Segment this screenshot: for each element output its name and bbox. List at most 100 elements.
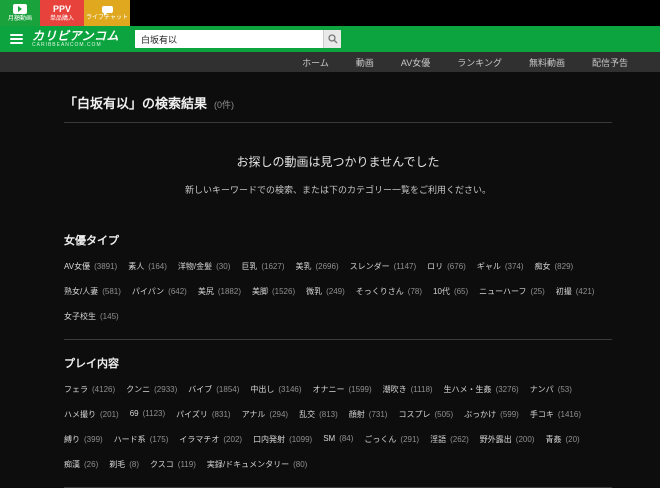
category-tag-link[interactable]: クスコ (119) — [150, 459, 196, 470]
category-tag-link[interactable]: パイズリ (831) — [176, 409, 230, 420]
category-tag-link[interactable]: 初撮 (421) — [556, 286, 595, 297]
tag-label: コスプレ — [398, 410, 431, 419]
category-tag-link[interactable]: 乱交 (813) — [299, 409, 338, 420]
category-tag-link[interactable]: 生ハメ・生姦 (3276) — [444, 384, 519, 395]
monthly-video-button[interactable]: 月額動画 — [0, 0, 40, 26]
search-button[interactable] — [323, 30, 342, 48]
category-tag-link[interactable]: クンニ (2933) — [126, 384, 177, 395]
tag-count: (4126) — [92, 385, 116, 394]
category-tag-link[interactable]: コスプレ (505) — [398, 409, 453, 420]
category-tag-link[interactable]: イラマチオ (202) — [179, 434, 242, 445]
tag-count: (78) — [407, 287, 423, 296]
site-logo[interactable]: カリビアンコム CARIBBEANCOM.COM — [32, 30, 119, 48]
nav-item[interactable]: ホーム — [302, 56, 329, 69]
category-tag-link[interactable]: 美尻 (1882) — [198, 286, 241, 297]
tag-count: (1147) — [393, 262, 417, 271]
tag-count: (26) — [84, 460, 99, 469]
section-divider — [64, 339, 612, 340]
tag-count: (1627) — [261, 262, 285, 271]
category-tag-link[interactable]: ごっくん (291) — [364, 434, 419, 445]
category-tag-link[interactable]: 痴女 (829) — [535, 261, 574, 272]
category-tag-link[interactable]: 青姦 (20) — [545, 434, 579, 445]
tag-label: ごっくん — [364, 435, 397, 444]
category-tag-link[interactable]: 巨乳 (1627) — [241, 261, 284, 272]
category-tag-link[interactable]: 微乳 (249) — [306, 286, 345, 297]
nav-item[interactable]: ランキング — [457, 56, 502, 69]
category-tag-link[interactable]: 潮吹き (1118) — [383, 384, 433, 395]
tag-count: (65) — [453, 287, 469, 296]
category-tag-link[interactable]: 淫語 (262) — [430, 434, 469, 445]
category-tag-link[interactable]: 口内発射 (1099) — [253, 434, 312, 445]
category-tag-link[interactable]: 手コキ (1416) — [530, 409, 581, 420]
search-input[interactable] — [135, 30, 324, 48]
category-tag-link[interactable]: パイパン (642) — [132, 286, 187, 297]
category-tag-link[interactable]: アナル (294) — [242, 409, 289, 420]
category-tag-link[interactable]: 野外露出 (200) — [480, 434, 535, 445]
category-tag-link[interactable]: 女子校生 (145) — [64, 311, 119, 322]
tag-count: (1854) — [216, 385, 240, 394]
tag-label: 剃毛 — [109, 460, 126, 469]
nav-item[interactable]: 配信予告 — [592, 56, 628, 69]
tag-count: (202) — [223, 435, 243, 444]
tag-label: 美尻 — [197, 287, 214, 296]
tag-label: 淫語 — [430, 435, 447, 444]
tag-label: 乱交 — [299, 410, 316, 419]
category-tag-link[interactable]: 実録/ドキュメンタリー (80) — [207, 459, 307, 470]
live-chat-button[interactable]: ライブチャット — [84, 0, 130, 26]
page-title-row: 「白坂有以」の検索結果 (0件) — [64, 93, 612, 112]
tag-count: (8) — [129, 460, 140, 469]
category-tag-link[interactable]: フェラ (4126) — [64, 384, 115, 395]
logo-subtitle: CARIBBEANCOM.COM — [32, 42, 102, 48]
hamburger-icon[interactable] — [10, 34, 23, 44]
category-tag-link[interactable]: 10代 (65) — [433, 286, 468, 297]
tag-count: (374) — [504, 262, 524, 271]
tag-count: (676) — [447, 262, 466, 271]
ppv-button[interactable]: PPV 単品購入 — [40, 0, 84, 26]
tag-label: ニューハーフ — [479, 287, 527, 296]
category-tag-link[interactable]: 素人 (164) — [128, 261, 167, 272]
tag-label: 青姦 — [545, 435, 562, 444]
category-tag-link[interactable]: ギャル (374) — [477, 261, 524, 272]
nav-item[interactable]: AV女優 — [401, 56, 430, 69]
category-tag-link[interactable]: ナンパ (53) — [530, 384, 572, 395]
category-tag-link[interactable]: ぶっかけ (599) — [464, 409, 519, 420]
category-tag-link[interactable]: ハード系 (175) — [114, 434, 169, 445]
category-tag-link[interactable]: 洋物/金髪 (30) — [178, 261, 230, 272]
nav-item[interactable]: 無料動画 — [529, 56, 565, 69]
tag-label: 巨乳 — [241, 262, 258, 271]
tag-count: (1599) — [348, 385, 372, 394]
nav-item[interactable]: 動画 — [356, 56, 374, 69]
category-tag-link[interactable]: 美乳 (2696) — [295, 261, 338, 272]
tag-count: (829) — [554, 262, 574, 271]
tag-label: 潮吹き — [382, 385, 407, 394]
category-tag-link[interactable]: ロリ (676) — [427, 261, 466, 272]
tag-count: (1118) — [410, 385, 433, 394]
category-tag-link[interactable]: SM (84) — [323, 434, 353, 445]
category-tag-link[interactable]: 中出し (3146) — [250, 384, 301, 395]
tag-label: パイパン — [131, 287, 165, 296]
tag-label: ロリ — [427, 262, 444, 271]
section-heading: プレイ内容 — [64, 358, 119, 370]
category-tag-link[interactable]: AV女優 (3891) — [64, 261, 117, 272]
category-tag-link[interactable]: 熟女/人妻 (581) — [64, 286, 121, 297]
category-tag-link[interactable]: ハメ撮り (201) — [64, 409, 119, 420]
category-tag-link[interactable]: そっくりさん (78) — [356, 286, 422, 297]
empty-hint: 新しいキーワードでの検索、または下のカテゴリー一覧をご利用ください。 — [184, 185, 491, 195]
tag-label: 10代 — [433, 287, 450, 296]
tag-list-actress-type: AV女優 (3891) 素人 (164) 洋物/金髪 (30) 巨乳 (1627) 美乳 (269… — [64, 261, 612, 322]
tag-count: (25) — [530, 287, 545, 296]
tag-count: (1099) — [289, 435, 313, 444]
tag-label: 微乳 — [306, 287, 323, 296]
category-tag-link[interactable]: 美脚 (1526) — [252, 286, 295, 297]
category-tag-link[interactable]: バイブ (1854) — [188, 384, 239, 395]
category-tag-link[interactable]: 剃毛 (8) — [109, 459, 139, 470]
category-tag-link[interactable]: オナニー (1599) — [313, 384, 372, 395]
category-tag-link[interactable]: 縛り (399) — [64, 434, 103, 445]
category-tag-link[interactable]: 痴漢 (26) — [64, 459, 98, 470]
tag-label: クンニ — [126, 385, 151, 394]
category-tag-link[interactable]: スレンダー (1147) — [350, 261, 417, 272]
tag-label: オナニー — [312, 385, 345, 394]
category-tag-link[interactable]: ニューハーフ (25) — [479, 286, 545, 297]
category-tag-link[interactable]: 顔射 (731) — [349, 409, 388, 420]
category-tag-link[interactable]: 69 (1123) — [130, 409, 165, 420]
